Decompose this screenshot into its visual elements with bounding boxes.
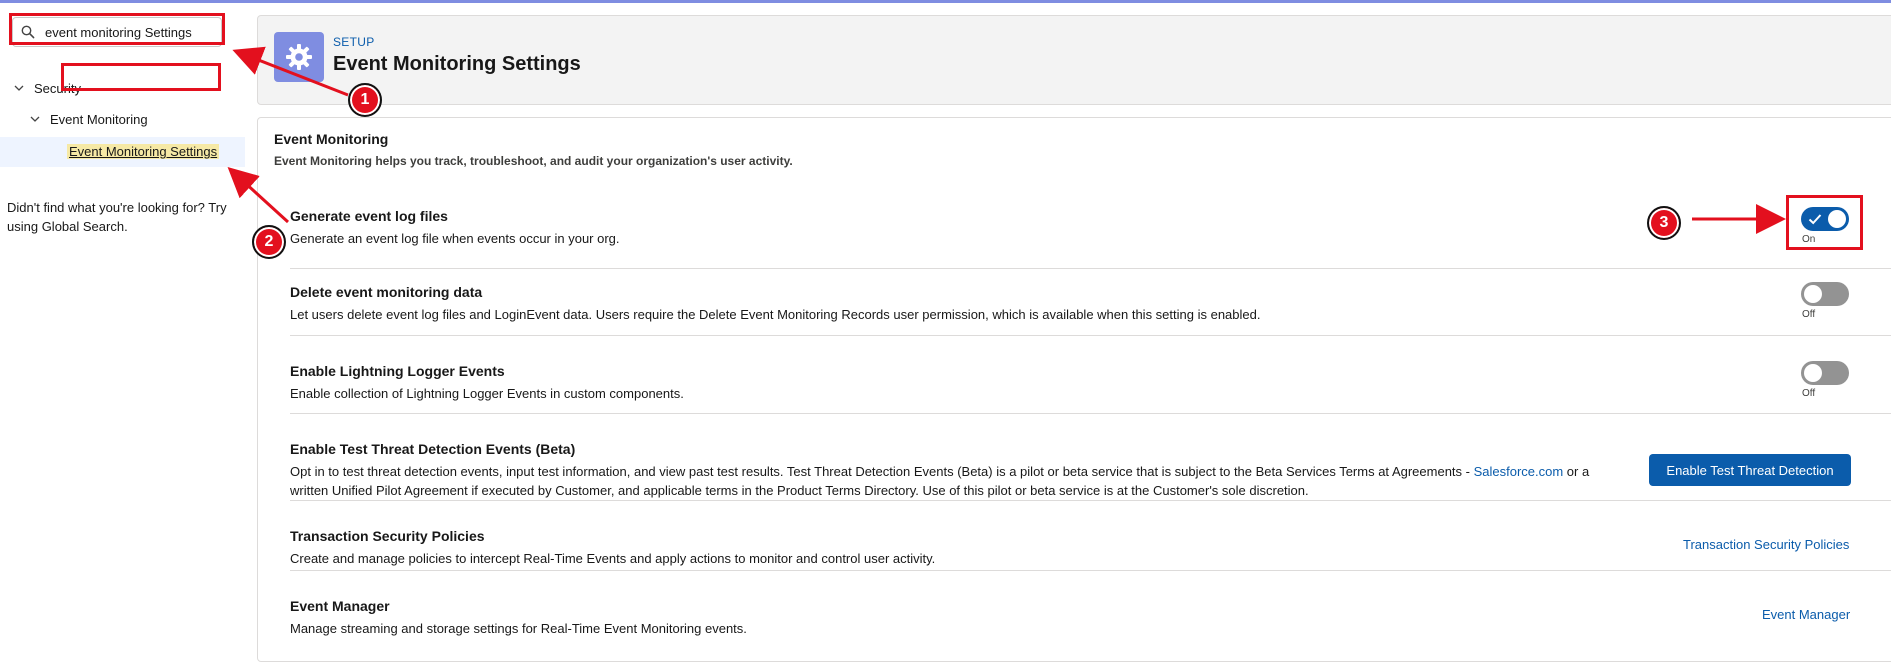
setting-description: Let users delete event log files and Log… [290,307,1261,322]
quick-find-search[interactable] [12,17,222,47]
breadcrumb-setup[interactable]: SETUP [333,35,375,49]
setting-description: Enable collection of Lightning Logger Ev… [290,386,684,401]
section-description: Event Monitoring helps you track, troubl… [274,154,793,168]
toggle-knob [1804,364,1822,382]
setup-sidebar: Security Event Monitoring Event Monitori… [0,3,245,665]
event-manager-link[interactable]: Event Manager [1762,607,1850,622]
toggle-state-label: Off [1802,388,1816,399]
event-monitoring-card: Event Monitoring Event Monitoring helps … [257,117,1891,662]
tree-item-event-monitoring[interactable]: Event Monitoring [28,106,148,132]
setting-title: Transaction Security Policies [290,528,485,544]
divider [290,570,1891,571]
setting-title: Delete event monitoring data [290,284,483,300]
setting-title: Enable Lightning Logger Events [290,363,505,379]
toggle-state-label: Off [1802,309,1816,320]
enable-test-threat-detection-button[interactable]: Enable Test Threat Detection [1649,454,1851,486]
divider [290,500,1891,501]
toggle-switch[interactable] [1801,207,1849,231]
checkmark-icon [1808,214,1822,225]
toggle-knob [1828,210,1846,228]
setting-description: Manage streaming and storage settings fo… [290,621,747,636]
section-title: Event Monitoring [274,131,389,147]
toggle-state-label: On [1802,234,1816,245]
step-badge-3: 3 [1647,206,1681,240]
setting-enable-lightning-logger-events: Enable Lightning Logger Events Enable co… [290,363,1890,403]
event-monitoring-settings-link[interactable]: Event Monitoring Settings [67,144,220,159]
top-accent-bar [0,0,1891,3]
setting-description: Create and manage policies to intercept … [290,551,936,566]
toggle-switch[interactable] [1801,361,1849,385]
tree-item-label: Event Monitoring [50,111,148,127]
divider [290,335,1891,336]
divider [290,413,1891,414]
page-header: SETUP Event Monitoring Settings [257,15,1891,105]
quick-find-input[interactable] [45,24,205,40]
gear-icon [274,32,324,82]
toggle-knob [1804,285,1822,303]
toggle-generate-event-log-files[interactable]: On [1801,207,1857,245]
setting-title: Event Manager [290,598,390,614]
chevron-down-icon[interactable] [28,112,42,126]
toggle-delete-event-monitoring-data[interactable]: Off [1801,282,1857,320]
chevron-down-icon[interactable] [12,81,26,95]
setting-event-manager: Event Manager Manage streaming and stora… [290,598,1890,638]
page-title: Event Monitoring Settings [333,53,581,75]
tree-item-label: Security [34,80,81,96]
tree-item-event-monitoring-settings[interactable]: Event Monitoring Settings [0,137,245,167]
step-badge-2: 2 [252,225,286,259]
divider [290,268,1891,269]
toggle-enable-lightning-logger-events[interactable]: Off [1801,361,1857,399]
transaction-security-policies-link[interactable]: Transaction Security Policies [1683,537,1849,552]
toggle-switch[interactable] [1801,282,1849,306]
setting-description-text: Opt in to test threat detection events, … [290,464,1474,479]
search-icon [21,24,37,40]
step-badge-1: 1 [348,83,382,117]
setting-description: Generate an event log file when events o… [290,231,620,246]
setting-delete-event-monitoring-data: Delete event monitoring data Let users d… [290,284,1890,324]
salesforce-link[interactable]: Salesforce.com [1474,464,1564,479]
tree-item-security[interactable]: Security [12,75,81,101]
not-found-hint: Didn't find what you're looking for? Try… [7,200,227,234]
setting-transaction-security-policies: Transaction Security Policies Create and… [290,528,1890,568]
setting-description: Opt in to test threat detection events, … [290,462,1620,500]
